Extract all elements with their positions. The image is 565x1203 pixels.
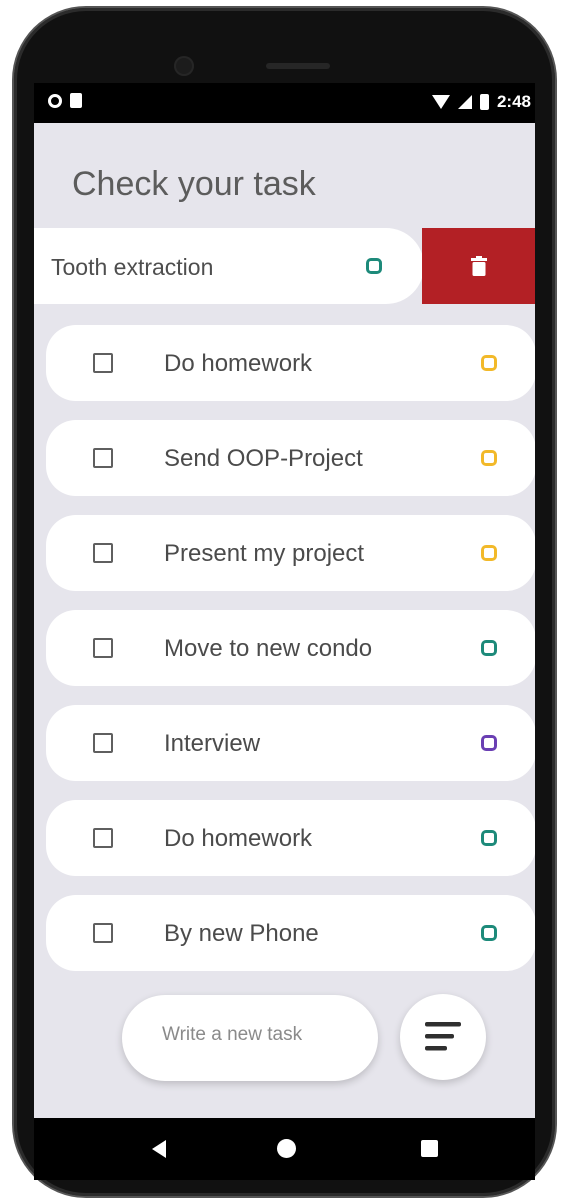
- page-title: Check your task: [72, 165, 316, 203]
- task-row[interactable]: Send OOP-Project: [46, 420, 535, 496]
- app-screen: 2:48 Check your task Tooth extraction Do…: [34, 83, 535, 1118]
- task-row[interactable]: Do homework: [46, 800, 535, 876]
- new-task-input[interactable]: [160, 1023, 364, 1047]
- priority-tag-icon: [481, 925, 497, 941]
- task-checkbox[interactable]: [93, 828, 113, 848]
- task-checkbox[interactable]: [93, 638, 113, 658]
- task-checkbox[interactable]: [93, 733, 113, 753]
- priority-tag-icon: [481, 830, 497, 846]
- status-right-icons: 2:48: [431, 92, 531, 112]
- priority-tag-icon: [481, 450, 497, 466]
- priority-tag-icon: [481, 640, 497, 656]
- sync-icon: [48, 93, 62, 108]
- sort-button[interactable]: [400, 994, 486, 1080]
- swiped-task-row[interactable]: Tooth extraction: [34, 228, 424, 304]
- earpiece-area: [174, 48, 364, 88]
- task-row[interactable]: Present my project: [46, 515, 535, 591]
- task-label: By new Phone: [164, 920, 319, 947]
- status-bar: 2:48: [34, 83, 535, 123]
- wifi-icon: [431, 95, 450, 109]
- task-label: Send OOP-Project: [164, 445, 363, 472]
- task-row[interactable]: Do homework: [46, 325, 535, 401]
- recent-apps-icon[interactable]: [421, 1140, 438, 1157]
- status-left-icons: [48, 93, 82, 108]
- task-row[interactable]: Move to new condo: [46, 610, 535, 686]
- priority-tag-icon: [366, 258, 382, 274]
- priority-tag-icon: [481, 355, 497, 371]
- task-label: Do homework: [164, 350, 313, 377]
- task-label: Present my project: [164, 540, 365, 567]
- phone-frame: 2:48 Check your task Tooth extraction Do…: [14, 8, 555, 1196]
- front-camera: [174, 56, 194, 76]
- home-icon[interactable]: [277, 1139, 296, 1158]
- battery-icon: [479, 94, 489, 110]
- system-navigation-bar: [34, 1118, 535, 1180]
- earpiece-speaker: [266, 63, 330, 69]
- task-label: Do homework: [164, 825, 313, 852]
- task-row[interactable]: By new Phone: [46, 895, 535, 971]
- status-time: 2:48: [496, 92, 531, 111]
- sd-card-icon: [70, 93, 82, 108]
- new-task-field[interactable]: [122, 995, 378, 1081]
- task-checkbox[interactable]: [93, 923, 113, 943]
- task-label: Tooth extraction: [51, 254, 214, 280]
- signal-icon: [457, 95, 472, 109]
- task-label: Move to new condo: [164, 635, 373, 662]
- priority-tag-icon: [481, 545, 497, 561]
- task-checkbox[interactable]: [93, 448, 113, 468]
- task-checkbox[interactable]: [93, 353, 113, 373]
- task-checkbox[interactable]: [93, 543, 113, 563]
- back-icon[interactable]: [152, 1140, 166, 1158]
- task-label: Interview: [164, 730, 261, 757]
- delete-task-button[interactable]: [422, 228, 535, 304]
- sort-lines-icon: [425, 1022, 461, 1051]
- priority-tag-icon: [481, 735, 497, 751]
- task-row[interactable]: Interview: [46, 705, 535, 781]
- trash-icon: [470, 256, 487, 276]
